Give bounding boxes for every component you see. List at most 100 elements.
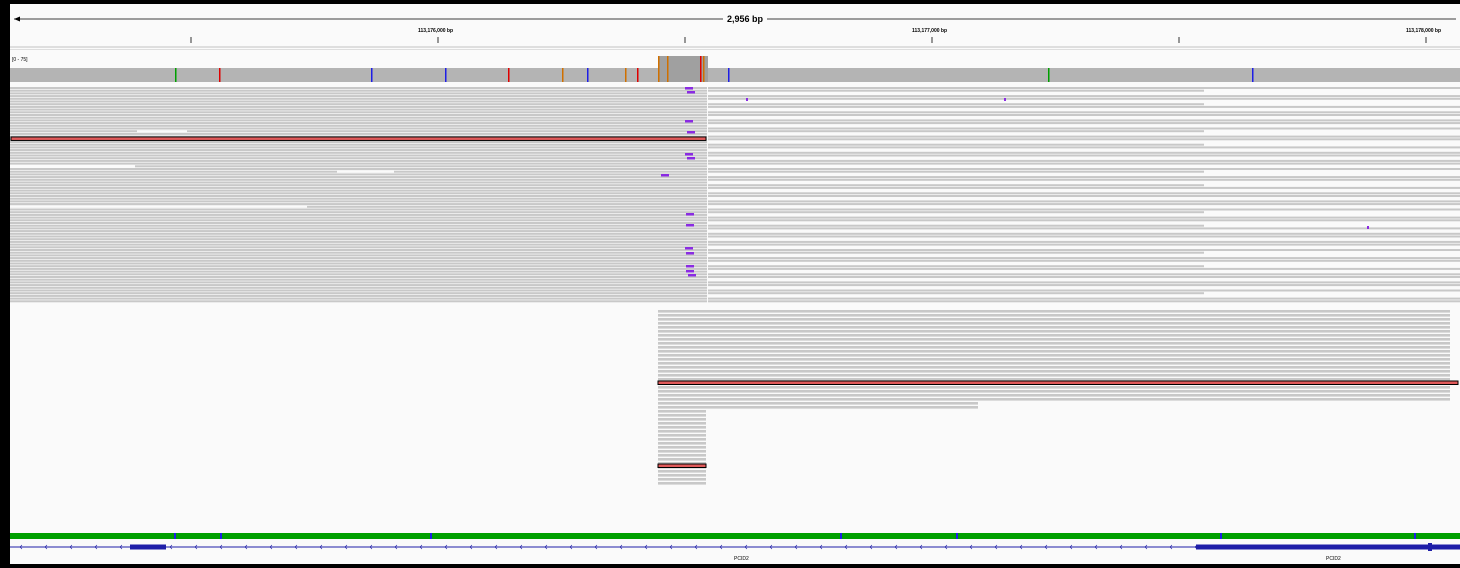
aligned-read[interactable]	[708, 186, 1460, 189]
insertion-marker[interactable]	[686, 270, 694, 273]
aligned-read[interactable]	[10, 257, 707, 260]
aligned-read[interactable]	[708, 111, 1460, 114]
aligned-read[interactable]	[658, 410, 706, 413]
aligned-read[interactable]	[10, 122, 707, 125]
aligned-read[interactable]	[658, 418, 706, 421]
aligned-read[interactable]	[10, 149, 707, 152]
aligned-read[interactable]	[658, 322, 1450, 325]
aligned-read[interactable]	[658, 406, 978, 409]
aligned-read[interactable]	[708, 95, 1460, 98]
aligned-read[interactable]	[10, 151, 707, 154]
aligned-read[interactable]	[708, 89, 1204, 92]
aligned-read[interactable]	[658, 342, 1450, 345]
gene-exon[interactable]	[130, 544, 166, 550]
aligned-read[interactable]	[708, 257, 1460, 260]
aligned-read[interactable]	[658, 414, 706, 417]
aligned-read[interactable]	[10, 238, 707, 241]
aligned-read[interactable]	[658, 374, 1450, 377]
aligned-read[interactable]	[10, 200, 707, 203]
aligned-read[interactable]	[10, 116, 707, 119]
aligned-read[interactable]	[658, 354, 1450, 357]
aligned-read[interactable]	[658, 446, 706, 449]
aligned-read[interactable]	[10, 159, 707, 162]
aligned-read[interactable]	[10, 189, 707, 192]
aligned-read[interactable]	[10, 259, 707, 262]
aligned-read[interactable]	[708, 267, 1460, 270]
gene-model-pcid2[interactable]	[10, 540, 1460, 554]
alignment-track[interactable]	[10, 84, 1460, 524]
aligned-read[interactable]	[10, 232, 707, 235]
aligned-read[interactable]	[708, 281, 1460, 284]
aligned-read[interactable]	[708, 103, 1204, 106]
insertion-marker[interactable]	[685, 120, 693, 123]
aligned-read[interactable]	[708, 297, 1460, 300]
aligned-read[interactable]	[10, 186, 707, 189]
aligned-read[interactable]	[10, 111, 707, 114]
aligned-read[interactable]	[10, 119, 707, 122]
coverage-track[interactable]: [0 - 75]	[10, 54, 1460, 84]
aligned-read[interactable]	[10, 87, 707, 89]
aligned-read[interactable]	[10, 284, 707, 287]
aligned-read[interactable]	[708, 284, 1460, 287]
aligned-read[interactable]	[708, 243, 1460, 246]
aligned-read[interactable]	[10, 108, 707, 111]
gene-exon[interactable]	[1196, 544, 1460, 550]
aligned-read[interactable]	[658, 450, 706, 453]
aligned-read[interactable]	[708, 192, 1460, 195]
aligned-read[interactable]	[708, 259, 1460, 262]
aligned-read[interactable]	[10, 181, 707, 184]
discordant-read[interactable]	[657, 463, 707, 468]
aligned-read[interactable]	[658, 458, 706, 461]
aligned-read[interactable]	[10, 197, 707, 200]
aligned-read[interactable]	[658, 362, 1450, 365]
aligned-read[interactable]	[708, 168, 1460, 170]
aligned-read[interactable]	[10, 162, 707, 165]
discordant-read[interactable]	[10, 136, 707, 141]
aligned-read[interactable]	[708, 184, 1204, 187]
aligned-read[interactable]	[708, 232, 1460, 235]
aligned-read[interactable]	[708, 105, 1460, 108]
aligned-read[interactable]	[658, 430, 706, 433]
insertion-marker[interactable]	[685, 153, 693, 156]
aligned-read[interactable]	[658, 398, 1450, 401]
aligned-read[interactable]	[10, 289, 707, 292]
aligned-read[interactable]	[658, 474, 706, 477]
aligned-read[interactable]	[708, 276, 1460, 278]
aligned-read[interactable]	[10, 270, 707, 273]
aligned-read[interactable]	[708, 300, 1460, 303]
insertion-marker[interactable]	[685, 87, 693, 90]
aligned-read[interactable]	[708, 119, 1460, 122]
aligned-read[interactable]	[10, 243, 707, 246]
aligned-read[interactable]	[708, 227, 1460, 230]
aligned-read[interactable]	[708, 122, 1460, 125]
insertion-marker[interactable]	[1367, 226, 1369, 229]
aligned-read[interactable]	[10, 222, 707, 224]
aligned-read[interactable]	[10, 176, 707, 179]
insertion-marker[interactable]	[687, 157, 695, 160]
aligned-read[interactable]	[10, 219, 707, 222]
insertion-marker[interactable]	[686, 213, 694, 216]
aligned-read[interactable]	[708, 292, 1204, 295]
aligned-read[interactable]	[10, 292, 707, 295]
insertion-marker[interactable]	[746, 98, 748, 101]
aligned-read[interactable]	[708, 159, 1460, 162]
aligned-read[interactable]	[10, 141, 707, 143]
aligned-read[interactable]	[10, 100, 707, 103]
aligned-read[interactable]	[708, 143, 1204, 146]
aligned-read[interactable]	[10, 195, 707, 197]
aligned-read[interactable]	[708, 178, 1460, 181]
aligned-read[interactable]	[658, 366, 1450, 369]
aligned-read[interactable]	[10, 216, 707, 219]
aligned-read[interactable]	[708, 249, 1460, 251]
aligned-read[interactable]	[10, 184, 707, 187]
aligned-read[interactable]	[708, 211, 1204, 214]
aligned-read[interactable]	[708, 87, 1460, 89]
aligned-read[interactable]	[10, 127, 707, 130]
insertion-marker[interactable]	[687, 131, 695, 134]
read-gap[interactable]	[337, 170, 394, 173]
insertion-marker[interactable]	[687, 91, 695, 94]
aligned-read[interactable]	[658, 318, 1450, 321]
aligned-read[interactable]	[708, 240, 1460, 243]
aligned-read[interactable]	[10, 254, 707, 257]
aligned-read[interactable]	[10, 213, 707, 216]
